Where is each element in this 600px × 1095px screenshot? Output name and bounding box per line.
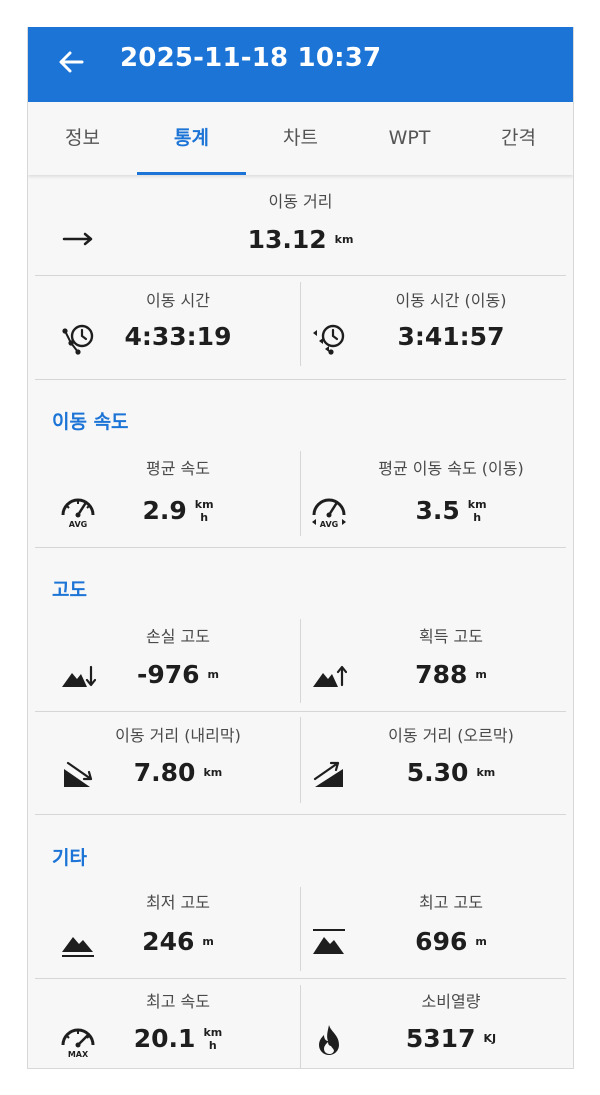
- stat-value-row: 2.9 km h: [56, 496, 300, 525]
- stat-value: 5317: [405, 1024, 476, 1053]
- stat-value: 788: [415, 660, 468, 689]
- stat-value: 3.5: [415, 496, 460, 525]
- downhill-distance-stat: 이동 거리 (내리막) 7.80 km: [28, 712, 300, 814]
- stat-label: 평균 속도: [146, 459, 210, 478]
- stat-value: 246: [142, 927, 195, 956]
- section-title-altitude: 고도: [52, 579, 87, 601]
- moving-time-stat: 이동 시간 4:33:19: [28, 276, 300, 379]
- stat-unit: km: [203, 766, 223, 779]
- section-title-speed: 이동 속도: [52, 411, 129, 433]
- page-title: 2025-11-18 10:37: [120, 43, 382, 73]
- stat-label: 평균 이동 속도 (이동): [378, 459, 524, 478]
- section-title-other: 기타: [52, 847, 87, 869]
- stat-unit: m: [207, 668, 220, 681]
- stat-value: 13.12: [247, 225, 327, 254]
- divider: [35, 814, 566, 815]
- stat-label: 이동 거리: [268, 192, 333, 211]
- stat-value-row: 13.12 km: [28, 225, 573, 254]
- stat-value: 7.80: [133, 758, 196, 787]
- stat-value: 3:41:57: [397, 322, 505, 351]
- stat-label: 이동 거리 (오르막): [388, 726, 514, 745]
- stat-label: 획득 고도: [419, 627, 483, 646]
- stat-unit: m: [475, 668, 487, 681]
- stat-value-row: 3:41:57: [329, 322, 573, 351]
- stat-value-row: 246 m: [56, 927, 300, 956]
- max-speed-stat: 최고 속도 MAX 20.1 km h: [28, 979, 300, 1068]
- max-altitude-stat: 최고 고도 696 m: [301, 885, 573, 978]
- tab-chart[interactable]: 차트: [246, 102, 355, 175]
- stat-value-row: 3.5 km h: [329, 496, 573, 525]
- stat-value-row: 696 m: [329, 927, 573, 956]
- unit-numerator: km: [194, 497, 214, 511]
- tab-interval[interactable]: 간격: [464, 102, 573, 175]
- stat-unit: KJ: [483, 1032, 497, 1045]
- altitude-loss-stat: 손실 고도 -976 m: [28, 617, 300, 710]
- stat-label: 최고 속도: [146, 992, 210, 1011]
- stat-label: 최저 고도: [146, 893, 210, 912]
- stat-label: 이동 시간: [146, 291, 210, 310]
- moving-time-moving-stat: 이동 시간 (이동) 3:41:57: [301, 276, 573, 379]
- divider: [35, 379, 566, 380]
- unit-denominator: h: [208, 1038, 217, 1052]
- stat-unit: m: [475, 935, 487, 948]
- stat-value-row: 5317 KJ: [329, 1024, 573, 1053]
- avg-moving-speed-stat: 평균 이동 속도 (이동) AVG 3.5 km h: [301, 447, 573, 547]
- stat-value-row: -976 m: [56, 660, 300, 689]
- tab-bar: 정보 통계 차트 WPT 간격: [28, 102, 573, 175]
- unit-denominator: h: [473, 510, 482, 524]
- stat-unit: km h: [203, 1026, 222, 1052]
- stat-value-row: 788 m: [329, 660, 573, 689]
- uphill-distance-stat: 이동 거리 (오르막) 5.30 km: [301, 712, 573, 814]
- stat-value-row: 5.30 km: [329, 758, 573, 787]
- stat-value: 696: [415, 927, 468, 956]
- stat-value-row: 20.1 km h: [56, 1024, 300, 1053]
- stat-value: 4:33:19: [124, 322, 232, 351]
- stat-value: 2.9: [142, 496, 187, 525]
- stat-label: 이동 시간 (이동): [395, 291, 507, 310]
- tab-info[interactable]: 정보: [28, 102, 137, 175]
- distance-stat: 이동 거리 13.12 km: [28, 175, 573, 275]
- calories-stat: 소비열량 5317 KJ: [301, 979, 573, 1068]
- stat-unit: m: [202, 935, 214, 948]
- stat-value: 5.30: [406, 758, 469, 787]
- app-frame: 2025-11-18 10:37 정보 통계 차트 WPT 간격 이동 거리 1…: [27, 27, 574, 1069]
- unit-denominator: h: [200, 510, 209, 524]
- stat-unit: km: [476, 766, 496, 779]
- stat-label: 손실 고도: [146, 627, 210, 646]
- unit-numerator: km: [203, 1025, 223, 1039]
- avg-speed-stat: 평균 속도 AVG 2.9 km h: [28, 447, 300, 547]
- stat-value-row: 4:33:19: [56, 322, 300, 351]
- stat-value: -976: [136, 660, 200, 689]
- divider: [35, 547, 566, 548]
- stat-label: 이동 거리 (내리막): [115, 726, 241, 745]
- stat-label: 소비열량: [421, 992, 481, 1011]
- stat-label: 최고 고도: [419, 893, 483, 912]
- app-bar: 2025-11-18 10:37: [28, 27, 573, 102]
- stat-unit: km h: [195, 498, 214, 524]
- back-arrow-icon[interactable]: [56, 47, 86, 77]
- stat-unit: km: [334, 233, 354, 246]
- unit-numerator: km: [467, 497, 487, 511]
- stat-value: 20.1: [133, 1024, 196, 1053]
- stat-value-row: 7.80 km: [56, 758, 300, 787]
- tab-stats[interactable]: 통계: [137, 102, 246, 175]
- altitude-gain-stat: 획득 고도 788 m: [301, 617, 573, 710]
- tab-wpt[interactable]: WPT: [355, 102, 464, 175]
- stat-unit: km h: [468, 498, 487, 524]
- min-altitude-stat: 최저 고도 246 m: [28, 885, 300, 978]
